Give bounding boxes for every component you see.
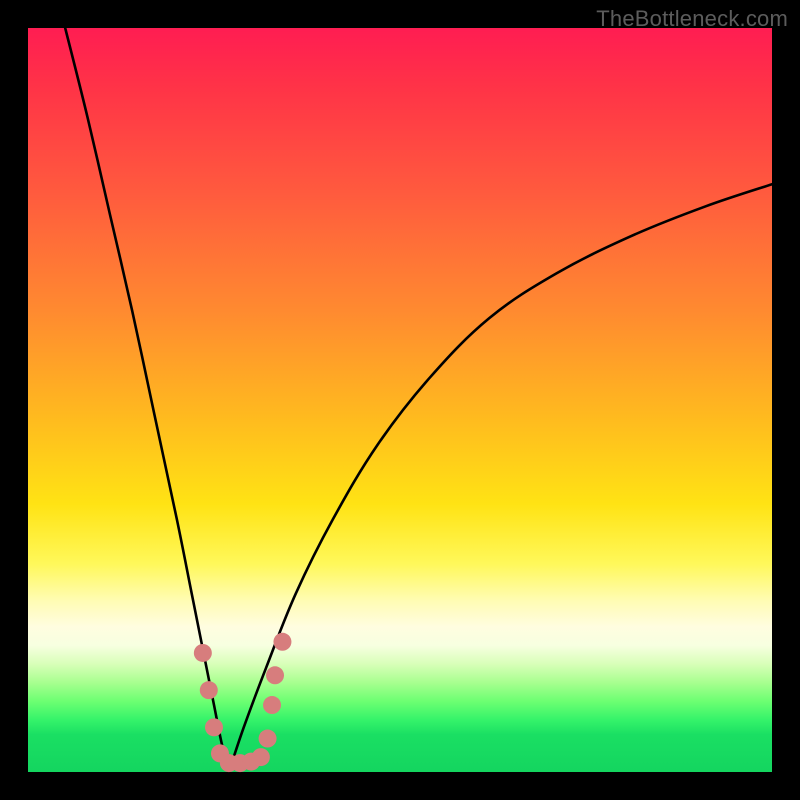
watermark-text: TheBottleneck.com <box>596 6 788 32</box>
chart-frame: TheBottleneck.com <box>0 0 800 800</box>
marker-dot <box>263 696 281 714</box>
marker-dot <box>200 681 218 699</box>
line-right-branch <box>229 184 772 772</box>
marker-dot <box>259 730 277 748</box>
plot-area <box>28 28 772 772</box>
marker-dot <box>266 666 284 684</box>
curves-svg <box>28 28 772 772</box>
marker-dot <box>252 748 270 766</box>
marker-dot <box>194 644 212 662</box>
marker-cluster <box>194 633 292 772</box>
marker-dot <box>205 718 223 736</box>
marker-dot <box>273 633 291 651</box>
